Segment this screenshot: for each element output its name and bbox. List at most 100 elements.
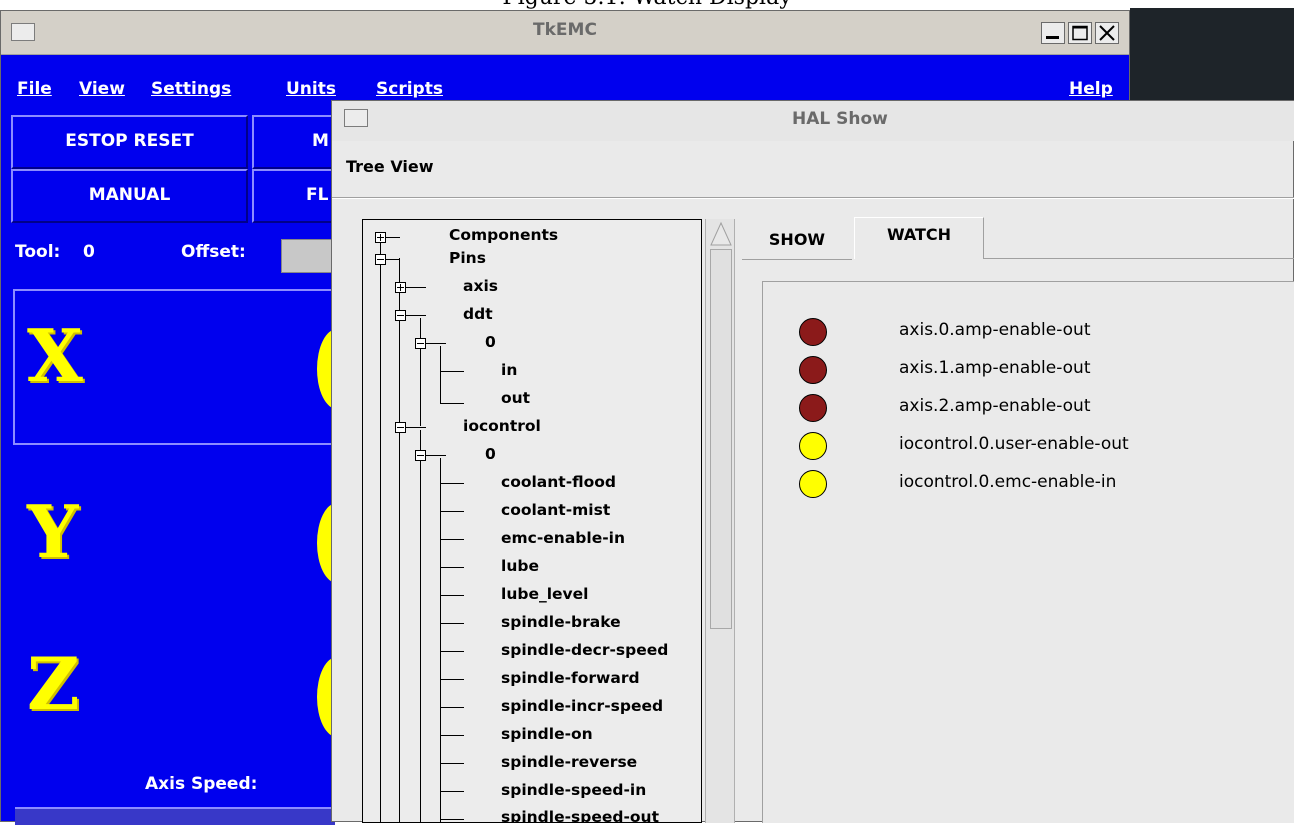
tree-line <box>406 287 426 288</box>
tree-node-axis[interactable]: axis <box>463 277 498 295</box>
tkemc-titlebar[interactable]: TkEMC <box>1 11 1129 55</box>
tree-node-ddt-0[interactable]: 0 <box>485 333 496 351</box>
tree-leaf-pin[interactable]: coolant-flood <box>501 473 616 491</box>
close-button[interactable] <box>1095 22 1119 44</box>
axis-x-label: X <box>27 313 83 398</box>
estop-reset-button[interactable]: ESTOP RESET <box>11 115 248 169</box>
hal-show-window-title: HAL Show <box>792 109 888 129</box>
tree-line <box>386 259 400 260</box>
tree-line <box>386 237 400 238</box>
tree-leaf-pin[interactable]: spindle-speed-out <box>501 808 659 822</box>
collapse-icon[interactable] <box>415 338 426 349</box>
window-menu-icon[interactable] <box>344 109 368 127</box>
offset-label: Offset: <box>181 242 246 262</box>
tree-line <box>426 455 446 456</box>
collapse-icon[interactable] <box>415 450 426 461</box>
axis-speed-slider[interactable] <box>15 807 335 825</box>
tree-view-label: Tree View <box>346 157 434 176</box>
menu-scripts[interactable]: Scripts <box>376 79 443 99</box>
tree-node-iocontrol-0[interactable]: 0 <box>485 445 496 463</box>
tree-line <box>440 763 464 764</box>
tree-line <box>426 343 446 344</box>
tree-leaf-pin[interactable]: lube_level <box>501 585 588 603</box>
scroll-thumb[interactable] <box>710 249 732 629</box>
hal-tree-panel[interactable]: Components Pins axis ddt 0 in out iocont… <box>362 219 702 823</box>
tree-node-ddt[interactable]: ddt <box>463 305 493 323</box>
tab-show[interactable]: SHOW <box>742 221 852 260</box>
watch-led-indicator <box>799 432 827 460</box>
maximize-button[interactable] <box>1068 22 1092 44</box>
manual-mode-button[interactable]: MANUAL <box>11 169 248 223</box>
tree-line <box>406 427 426 428</box>
tree-line <box>440 707 464 708</box>
watch-item-label[interactable]: axis.1.amp-enable-out <box>899 358 1091 378</box>
minimize-button[interactable] <box>1041 22 1065 44</box>
menu-file[interactable]: File <box>17 79 52 99</box>
collapse-icon[interactable] <box>375 254 386 265</box>
tree-leaf-pin[interactable]: spindle-on <box>501 725 593 743</box>
tree-node-pins[interactable]: Pins <box>449 249 486 267</box>
menu-units-label: Units <box>286 79 336 99</box>
tree-line <box>440 819 464 820</box>
expand-icon[interactable] <box>375 232 386 243</box>
menu-view-label: View <box>79 79 125 99</box>
tree-node-iocontrol[interactable]: iocontrol <box>463 417 541 435</box>
watch-item-label[interactable]: axis.2.amp-enable-out <box>899 396 1091 416</box>
collapse-icon[interactable] <box>395 422 406 433</box>
tree-node-ddt-out[interactable]: out <box>501 389 530 407</box>
tree-leaf-pin[interactable]: spindle-speed-in <box>501 781 646 799</box>
menu-view[interactable]: View <box>79 79 125 99</box>
tree-line <box>406 315 426 316</box>
tree-line <box>440 371 464 372</box>
tree-node-components[interactable]: Components <box>449 226 558 244</box>
tree-line <box>440 651 464 652</box>
axis-y-label: Y <box>27 489 79 574</box>
watch-item-label[interactable]: iocontrol.0.emc-enable-in <box>899 472 1116 492</box>
minimize-icon <box>1046 36 1059 39</box>
tree-leaf-pin[interactable]: coolant-mist <box>501 501 610 519</box>
menu-file-label: File <box>17 79 52 99</box>
menu-settings-label: Settings <box>151 79 232 99</box>
tree-line <box>440 511 464 512</box>
menu-scripts-label: Scripts <box>376 79 443 99</box>
figure-caption: Figure 5.1: Watch Display <box>0 0 1294 10</box>
watch-panel: axis.0.amp-enable-out axis.1.amp-enable-o… <box>762 281 1294 823</box>
hal-show-titlebar[interactable]: HAL Show <box>332 101 1294 141</box>
tab-underline <box>983 258 1294 259</box>
watch-item-label[interactable]: iocontrol.0.user-enable-out <box>899 434 1129 454</box>
tool-value: 0 <box>83 242 95 262</box>
tree-leaf-pin[interactable]: spindle-reverse <box>501 753 637 771</box>
menu-help-label: Help <box>1069 79 1113 99</box>
tree-leaf-pin[interactable]: spindle-forward <box>501 669 640 687</box>
tree-line <box>420 430 421 822</box>
tree-node-ddt-in[interactable]: in <box>501 361 517 379</box>
tree-leaf-pin[interactable]: lube <box>501 557 539 575</box>
watch-led-indicator <box>799 356 827 384</box>
tree-scrollbar[interactable] <box>705 219 735 823</box>
tree-line <box>440 595 464 596</box>
tree-line <box>440 539 464 540</box>
tree-leaf-pin[interactable]: spindle-incr-speed <box>501 697 663 715</box>
watch-item-label[interactable]: axis.0.amp-enable-out <box>899 320 1091 340</box>
menu-help[interactable]: Help <box>1069 79 1113 99</box>
menu-settings[interactable]: Settings <box>151 79 231 99</box>
tree-line <box>440 483 464 484</box>
tree-line <box>440 458 441 822</box>
tree-leaf-pin[interactable]: spindle-brake <box>501 613 621 631</box>
watch-led-indicator <box>799 394 827 422</box>
tree-line <box>380 232 381 822</box>
tree-line <box>399 258 400 822</box>
collapse-icon[interactable] <box>395 310 406 321</box>
tab-watch[interactable]: WATCH <box>854 217 984 259</box>
scroll-up-arrow-icon[interactable] <box>709 221 733 247</box>
tree-line <box>440 403 464 404</box>
expand-icon[interactable] <box>395 282 406 293</box>
tree-line <box>420 318 421 426</box>
tree-line <box>440 623 464 624</box>
menu-units[interactable]: Units <box>286 79 336 99</box>
tree-leaf-pin[interactable]: spindle-decr-speed <box>501 641 668 659</box>
watch-led-indicator <box>799 470 827 498</box>
separator <box>332 197 1294 199</box>
tree-line <box>440 735 464 736</box>
tree-leaf-pin[interactable]: emc-enable-in <box>501 529 625 547</box>
